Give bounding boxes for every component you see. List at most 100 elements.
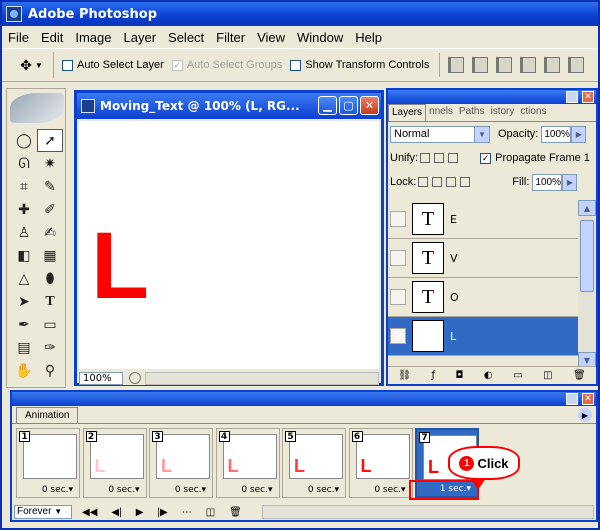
opacity-field[interactable]: 100% xyxy=(541,125,572,143)
blend-mode-select[interactable]: Normal ▼ xyxy=(390,125,490,143)
tab-actions[interactable]: ctions xyxy=(517,104,549,121)
palette-menu-button[interactable]: ▶ xyxy=(578,408,592,422)
align-right-icon[interactable] xyxy=(568,57,585,73)
align-hcenter-icon[interactable] xyxy=(544,57,561,73)
eye-icon[interactable]: 👁 xyxy=(390,328,406,344)
type-tool-icon[interactable]: T xyxy=(37,290,63,313)
tween-icon[interactable]: ⋯ xyxy=(182,507,192,518)
tab-animation[interactable]: Animation xyxy=(16,407,79,423)
adjustment-layer-icon[interactable]: ◐ xyxy=(484,370,493,381)
layers-scrollbar[interactable]: ▲ ▼ xyxy=(578,200,596,368)
menu-view[interactable]: View xyxy=(251,30,291,45)
path-select-icon[interactable]: ➤ xyxy=(11,290,37,313)
crop-tool-icon[interactable]: ⌗ xyxy=(11,175,37,198)
tool-preset-picker[interactable]: ✥ ▼ xyxy=(10,52,54,78)
eyedropper-icon[interactable]: ✑ xyxy=(37,336,63,359)
gradient-tool-icon[interactable]: ▦ xyxy=(37,244,63,267)
magic-wand-icon[interactable]: ✷ xyxy=(37,152,63,175)
auto-select-layer-checkbox[interactable]: Auto Select Layer xyxy=(62,59,164,71)
shape-tool-icon[interactable]: ▭ xyxy=(37,313,63,336)
scroll-up-button[interactable]: ▲ xyxy=(578,200,596,216)
frame-3[interactable]: L 3 0 sec.▾ xyxy=(149,428,213,498)
frames-scrollbar[interactable] xyxy=(261,505,594,519)
close-button[interactable]: ✕ xyxy=(360,96,379,115)
frame-6[interactable]: L 6 0 sec.▾ xyxy=(348,428,413,498)
layer-row-l[interactable]: 👁 T L xyxy=(388,317,578,356)
unify-style-icon[interactable] xyxy=(448,153,459,163)
next-frame-icon[interactable]: |▶ xyxy=(157,507,167,518)
slice-tool-icon[interactable]: ✎ xyxy=(37,175,63,198)
frame-delay[interactable]: 0 sec.▾ xyxy=(42,485,73,495)
visibility-toggle[interactable] xyxy=(390,211,406,227)
minimize-button[interactable] xyxy=(566,91,578,103)
show-transform-controls-checkbox[interactable]: Show Transform Controls xyxy=(290,59,429,71)
new-layer-icon[interactable]: ◫ xyxy=(543,370,552,381)
frame-1[interactable]: 1 0 sec.▾ xyxy=(16,428,80,498)
menu-help[interactable]: Help xyxy=(349,30,388,45)
horizontal-scrollbar[interactable] xyxy=(145,371,379,385)
document-title-bar[interactable]: Moving_Text @ 100% (L, RG... ▁ ▢ ✕ xyxy=(77,93,381,119)
history-brush-icon[interactable]: ✍ xyxy=(37,221,63,244)
menu-edit[interactable]: Edit xyxy=(35,30,69,45)
first-frame-icon[interactable]: ◀◀ xyxy=(82,507,97,518)
play-icon[interactable]: ▶ xyxy=(136,507,144,518)
layer-row-e[interactable]: T E xyxy=(388,200,578,239)
move-tool-icon[interactable]: ➚ xyxy=(37,129,63,152)
trash-icon[interactable]: 🗑 xyxy=(573,370,586,381)
fill-slider-button[interactable]: ▶ xyxy=(562,173,578,191)
visibility-toggle[interactable] xyxy=(390,289,406,305)
propagate-frame-checkbox[interactable]: ✓ Propagate Frame 1 xyxy=(480,152,590,164)
loop-select[interactable]: Forever ▼ xyxy=(14,505,72,519)
trash-icon[interactable]: 🗑 xyxy=(229,507,242,518)
frame-2[interactable]: L 2 0 sec.▾ xyxy=(82,428,147,498)
menu-select[interactable]: Select xyxy=(162,30,210,45)
align-top-icon[interactable] xyxy=(448,57,465,73)
pen-tool-icon[interactable]: ✒ xyxy=(11,313,37,336)
frame-delay[interactable]: 0 sec.▾ xyxy=(175,485,206,495)
dodge-tool-icon[interactable]: ⬮ xyxy=(37,267,63,290)
frame-delay[interactable]: 0 sec.▾ xyxy=(308,485,339,495)
new-group-icon[interactable]: ▭ xyxy=(513,370,522,381)
tab-layers[interactable]: Layers xyxy=(388,104,427,121)
lock-all-icon[interactable] xyxy=(460,177,471,187)
lasso-tool-icon[interactable]: ᘏ xyxy=(11,152,37,175)
frame-delay[interactable]: 0 sec.▾ xyxy=(108,485,139,495)
fill-field[interactable]: 100% xyxy=(532,173,563,191)
align-left-icon[interactable] xyxy=(520,57,537,73)
menu-filter[interactable]: Filter xyxy=(210,30,251,45)
lock-pixels-icon[interactable] xyxy=(432,177,443,187)
unify-visibility-icon[interactable] xyxy=(434,153,445,163)
align-bottom-icon[interactable] xyxy=(496,57,513,73)
minimize-button[interactable] xyxy=(566,393,578,405)
close-button[interactable]: ✕ xyxy=(582,91,594,103)
menu-window[interactable]: Window xyxy=(291,30,349,45)
marquee-tool-icon[interactable]: ◯ xyxy=(11,129,37,152)
menu-layer[interactable]: Layer xyxy=(118,30,163,45)
frame-5[interactable]: L 5 0 sec.▾ xyxy=(282,428,346,498)
layers-palette-titlebar[interactable]: ✕ xyxy=(388,90,596,104)
eraser-tool-icon[interactable]: ◧ xyxy=(11,244,37,267)
layer-row-v[interactable]: T V xyxy=(388,239,578,278)
animation-palette-titlebar[interactable]: ✕ xyxy=(12,392,596,406)
close-button[interactable]: ✕ xyxy=(582,393,594,405)
visibility-toggle[interactable] xyxy=(390,250,406,266)
scroll-thumb[interactable] xyxy=(580,220,594,292)
tab-paths[interactable]: Paths xyxy=(456,104,488,121)
menu-file[interactable]: File xyxy=(2,30,35,45)
frame-delay[interactable]: 0 sec.▾ xyxy=(241,485,272,495)
align-vcenter-icon[interactable] xyxy=(472,57,489,73)
healing-brush-icon[interactable]: ✚ xyxy=(11,198,37,221)
unify-position-icon[interactable] xyxy=(420,153,431,163)
previous-frame-icon[interactable]: ◀| xyxy=(111,507,121,518)
minimize-button[interactable]: ▁ xyxy=(318,96,337,115)
duplicate-frame-icon[interactable]: ◫ xyxy=(206,507,215,518)
clone-stamp-icon[interactable]: ♙ xyxy=(11,221,37,244)
zoom-tool-icon[interactable]: ⚲ xyxy=(37,359,63,382)
maximize-button[interactable]: ▢ xyxy=(339,96,358,115)
menu-image[interactable]: Image xyxy=(69,30,117,45)
tab-channels[interactable]: nnels xyxy=(426,104,456,121)
zoom-field[interactable]: 100% xyxy=(79,371,123,385)
layer-row-o[interactable]: T O xyxy=(388,278,578,317)
link-layers-icon[interactable]: ⛓ xyxy=(398,370,411,381)
lock-transparency-icon[interactable] xyxy=(418,177,429,187)
